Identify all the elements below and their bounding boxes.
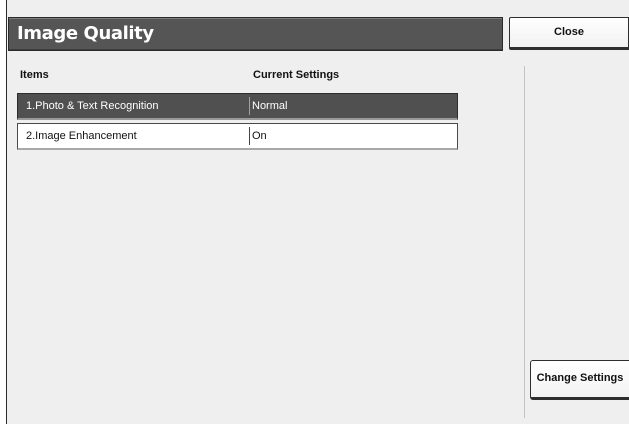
cell-divider: [249, 97, 250, 115]
column-header-items: Items: [20, 69, 49, 81]
table-row-photo-text-recognition[interactable]: 1.Photo & Text Recognition Normal: [17, 93, 458, 120]
page-title: Image Quality: [17, 23, 154, 44]
close-button[interactable]: Close: [509, 17, 629, 50]
right-panel-divider: [524, 66, 525, 418]
column-header-current-settings: Current Settings: [253, 69, 340, 81]
change-settings-button[interactable]: Change Settings: [530, 360, 629, 400]
row-item-name: 1.Photo & Text Recognition: [26, 100, 159, 112]
row-item-name: 2.Image Enhancement: [26, 130, 137, 142]
cell-divider: [249, 127, 250, 145]
row-current-setting: Normal: [252, 100, 288, 112]
title-bar: Image Quality: [8, 17, 503, 51]
image-quality-screen: Image Quality Close Items Current Settin…: [0, 0, 629, 424]
row-current-setting: On: [252, 130, 267, 142]
table-row-image-enhancement[interactable]: 2.Image Enhancement On: [17, 123, 458, 150]
left-frame-edge: [0, 0, 7, 424]
